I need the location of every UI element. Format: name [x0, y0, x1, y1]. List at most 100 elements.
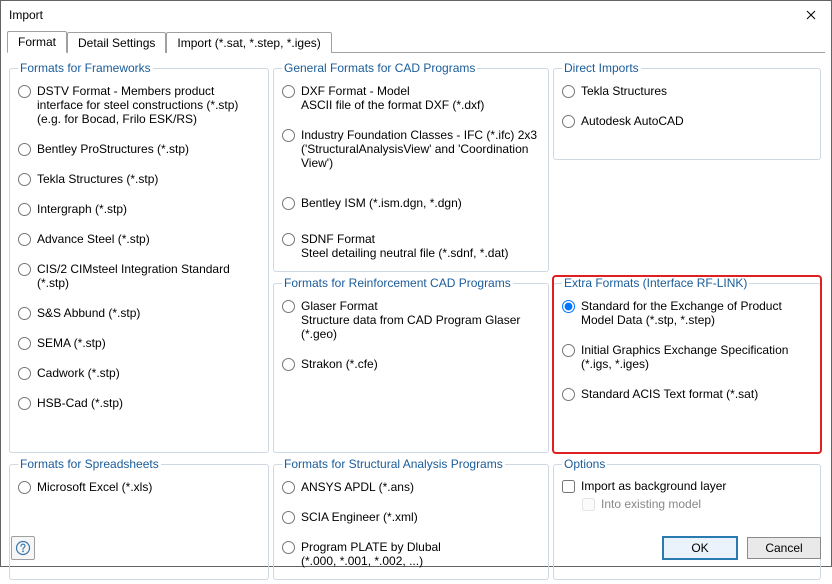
radio-bentley-prostructures[interactable]: Bentley ProStructures (*.stp)	[18, 139, 260, 159]
group-options-legend: Options	[562, 457, 607, 471]
radio-sat-label: Standard ACIS Text format (*.sat)	[581, 387, 758, 401]
radio-cadwork-input[interactable]	[18, 367, 31, 380]
radio-bentley-ism[interactable]: Bentley ISM (*.ism.dgn, *.dgn)	[282, 193, 540, 213]
radio-cis2-input[interactable]	[18, 263, 31, 276]
radio-hsb-cad[interactable]: HSB-Cad (*.stp)	[18, 393, 260, 413]
radio-direct-autocad-label: Autodesk AutoCAD	[581, 114, 684, 128]
radio-intergraph-label: Intergraph (*.stp)	[37, 202, 127, 216]
radio-scia[interactable]: SCIA Engineer (*.xml)	[282, 507, 540, 527]
radio-strakon-label: Strakon (*.cfe)	[301, 357, 378, 371]
radio-ifc-input[interactable]	[282, 129, 295, 142]
tab-format[interactable]: Format	[7, 31, 67, 53]
radio-step-label: Standard for the Exchange of Product Mod…	[581, 299, 812, 327]
radio-strakon[interactable]: Strakon (*.cfe)	[282, 354, 540, 374]
radio-advance-steel-label: Advance Steel (*.stp)	[37, 232, 150, 246]
radio-ss-abbund-label: S&S Abbund (*.stp)	[37, 306, 140, 320]
group-direct-imports-legend: Direct Imports	[562, 61, 641, 75]
check-existing-model-label: Into existing model	[601, 497, 701, 511]
radio-bentley-ism-label: Bentley ISM (*.ism.dgn, *.dgn)	[301, 196, 462, 210]
radio-sema-label: SEMA (*.stp)	[37, 336, 106, 350]
radio-dstv-label: DSTV Format - Members product interface …	[37, 84, 260, 112]
group-reinforcement-legend: Formats for Reinforcement CAD Programs	[282, 276, 513, 290]
group-direct-imports: Direct Imports Tekla Structures Autodesk…	[553, 61, 821, 160]
radio-excel[interactable]: Microsoft Excel (*.xls)	[18, 477, 260, 497]
radio-dxf-label: DXF Format - Model	[301, 84, 484, 98]
radio-ss-abbund-input[interactable]	[18, 307, 31, 320]
radio-dxf-input[interactable]	[282, 85, 295, 98]
radio-bentley-prostructures-input[interactable]	[18, 143, 31, 156]
radio-sat-input[interactable]	[562, 388, 575, 401]
radio-iges-label: Initial Graphics Exchange Specification …	[581, 343, 812, 371]
ok-button[interactable]: OK	[663, 537, 737, 559]
radio-ifc-label: Industry Foundation Classes - IFC (*.ifc…	[301, 128, 540, 142]
check-bg-layer-input[interactable]	[562, 480, 575, 493]
radio-sdnf-label: SDNF Format	[301, 232, 508, 246]
group-reinforcement: Formats for Reinforcement CAD Programs G…	[273, 276, 549, 453]
radio-direct-autocad[interactable]: Autodesk AutoCAD	[562, 111, 812, 131]
radio-scia-label: SCIA Engineer (*.xml)	[301, 510, 418, 524]
radio-dstv[interactable]: DSTV Format - Members product interface …	[18, 81, 260, 129]
cancel-button[interactable]: Cancel	[747, 537, 821, 559]
group-structural-legend: Formats for Structural Analysis Programs	[282, 457, 505, 471]
radio-glaser-label: Glaser Format	[301, 299, 540, 313]
radio-glaser-input[interactable]	[282, 300, 295, 313]
radio-intergraph-input[interactable]	[18, 203, 31, 216]
radio-ss-abbund[interactable]: S&S Abbund (*.stp)	[18, 303, 260, 323]
radio-step[interactable]: Standard for the Exchange of Product Mod…	[562, 296, 812, 330]
radio-intergraph[interactable]: Intergraph (*.stp)	[18, 199, 260, 219]
radio-bentley-prostructures-label: Bentley ProStructures (*.stp)	[37, 142, 189, 156]
help-button[interactable]	[11, 536, 35, 560]
group-extra-formats: Extra Formats (Interface RF-LINK) Standa…	[553, 276, 821, 453]
dialog-footer: OK Cancel	[1, 530, 831, 566]
radio-hsb-cad-input[interactable]	[18, 397, 31, 410]
check-existing-model: Into existing model	[562, 495, 812, 513]
radio-sdnf-input[interactable]	[282, 233, 295, 246]
close-button[interactable]	[791, 1, 831, 29]
radio-tekla-structures[interactable]: Tekla Structures (*.stp)	[18, 169, 260, 189]
radio-direct-tekla-input[interactable]	[562, 85, 575, 98]
radio-sema-input[interactable]	[18, 337, 31, 350]
content-area: Formats for Frameworks DSTV Format - Mem…	[1, 53, 831, 584]
group-frameworks-legend: Formats for Frameworks	[18, 61, 153, 75]
group-frameworks: Formats for Frameworks DSTV Format - Mem…	[9, 61, 269, 453]
radio-sat[interactable]: Standard ACIS Text format (*.sat)	[562, 384, 812, 404]
tab-detail-settings[interactable]: Detail Settings	[67, 32, 166, 53]
tab-import[interactable]: Import (*.sat, *.step, *.iges)	[166, 32, 331, 53]
radio-advance-steel[interactable]: Advance Steel (*.stp)	[18, 229, 260, 249]
check-bg-layer[interactable]: Import as background layer	[562, 477, 812, 495]
radio-sdnf-sub: Steel detailing neutral file (*.sdnf, *.…	[301, 246, 508, 260]
radio-excel-label: Microsoft Excel (*.xls)	[37, 480, 152, 494]
radio-scia-input[interactable]	[282, 511, 295, 524]
check-existing-model-input	[582, 498, 595, 511]
radio-cis2[interactable]: CIS/2 CIMsteel Integration Standard (*.s…	[18, 259, 260, 293]
radio-dstv-sub: (e.g. for Bocad, Frilo ESK/RS)	[37, 112, 260, 126]
radio-iges[interactable]: Initial Graphics Exchange Specification …	[562, 340, 812, 374]
radio-dstv-input[interactable]	[18, 85, 31, 98]
radio-excel-input[interactable]	[18, 481, 31, 494]
radio-bentley-ism-input[interactable]	[282, 197, 295, 210]
group-extra-formats-legend: Extra Formats (Interface RF-LINK)	[562, 276, 749, 290]
radio-ifc-sub: ('StructuralAnalysisView' and 'Coordinat…	[301, 142, 540, 170]
radio-cadwork-label: Cadwork (*.stp)	[37, 366, 120, 380]
radio-tekla-structures-input[interactable]	[18, 173, 31, 186]
radio-ansys-input[interactable]	[282, 481, 295, 494]
radio-ansys-label: ANSYS APDL (*.ans)	[301, 480, 414, 494]
radio-cadwork[interactable]: Cadwork (*.stp)	[18, 363, 260, 383]
radio-direct-tekla[interactable]: Tekla Structures	[562, 81, 812, 101]
radio-strakon-input[interactable]	[282, 358, 295, 371]
radio-dxf[interactable]: DXF Format - Model ASCII file of the for…	[282, 81, 540, 115]
radio-advance-steel-input[interactable]	[18, 233, 31, 246]
help-icon	[15, 540, 31, 556]
radio-sema[interactable]: SEMA (*.stp)	[18, 333, 260, 353]
titlebar: Import	[1, 1, 831, 29]
radio-iges-input[interactable]	[562, 344, 575, 357]
tab-bar: Format Detail Settings Import (*.sat, *.…	[1, 29, 831, 53]
group-spreadsheets-legend: Formats for Spreadsheets	[18, 457, 161, 471]
radio-step-input[interactable]	[562, 300, 575, 313]
radio-direct-autocad-input[interactable]	[562, 115, 575, 128]
radio-glaser[interactable]: Glaser Format Structure data from CAD Pr…	[282, 296, 540, 344]
radio-sdnf[interactable]: SDNF Format Steel detailing neutral file…	[282, 229, 540, 263]
radio-ansys[interactable]: ANSYS APDL (*.ans)	[282, 477, 540, 497]
radio-ifc[interactable]: Industry Foundation Classes - IFC (*.ifc…	[282, 125, 540, 173]
radio-cis2-label: CIS/2 CIMsteel Integration Standard (*.s…	[37, 262, 260, 290]
